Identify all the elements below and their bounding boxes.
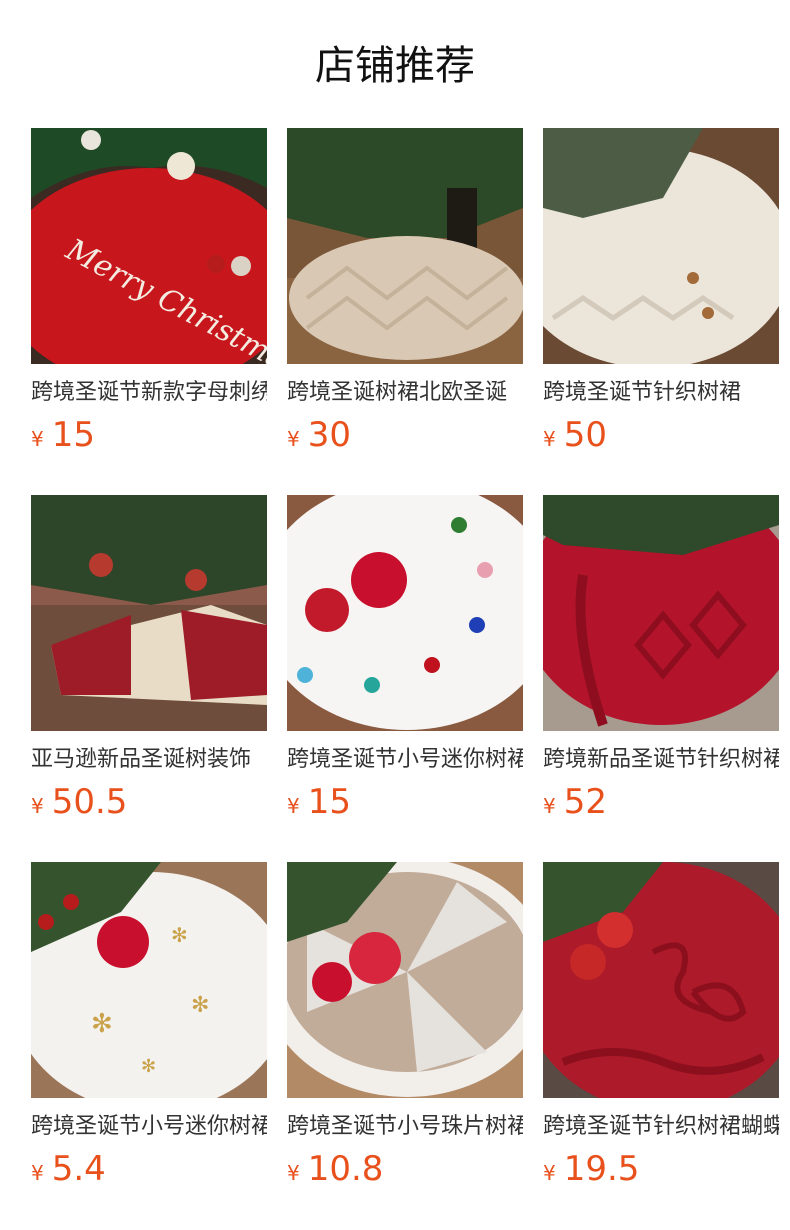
product-price: ¥15 [31,415,95,455]
price-value: 10.8 [307,1149,384,1189]
product-card[interactable]: 跨境圣诞节针织树裙 ¥50 [543,128,779,458]
svg-text:✻: ✻ [191,993,209,1018]
svg-text:✻: ✻ [141,1056,156,1077]
price-value: 5.4 [51,1149,106,1189]
product-name[interactable]: 跨境圣诞节新款字母刺绣 [31,378,267,408]
currency-symbol: ¥ [543,794,556,818]
product-image[interactable] [287,862,523,1098]
product-price: ¥52 [543,782,607,822]
price-value: 50 [563,415,607,455]
product-grid: Merry Christmas 跨境圣诞节新款字母刺绣 ¥15 跨境圣诞树裙北欧… [0,0,790,1230]
product-image[interactable] [287,495,523,731]
currency-symbol: ¥ [287,1161,300,1185]
tree-skirt-beige-plush-icon [287,128,523,364]
product-price: ¥10.8 [287,1149,383,1189]
product-card[interactable]: 跨境圣诞节小号迷你树裙 ¥15 [287,495,523,825]
price-value: 19.5 [563,1149,640,1189]
tree-skirt-red-knit-bow-icon [543,862,779,1098]
product-card[interactable]: 跨境圣诞树裙北欧圣诞 ¥30 [287,128,523,458]
tree-skirt-red-cable-knit-icon [543,495,779,731]
price-value: 30 [307,415,351,455]
price-value: 15 [51,415,95,455]
product-image[interactable] [543,495,779,731]
product-name[interactable]: 跨境圣诞节针织树裙蝴蝶结 [543,1112,779,1142]
product-card[interactable]: 跨境圣诞节小号珠片树裙 ¥10.8 [287,862,523,1192]
product-image[interactable]: ✻ ✻ ✻ ✻ [31,862,267,1098]
currency-symbol: ¥ [543,1161,556,1185]
tree-skirt-red-white-stripe-icon [31,495,267,731]
currency-symbol: ¥ [31,794,44,818]
price-value: 15 [307,782,351,822]
product-price: ¥15 [287,782,351,822]
tree-skirt-white-paw-print-icon [287,495,523,731]
tree-skirt-sequin-icon [287,862,523,1098]
product-price: ¥30 [287,415,351,455]
tree-skirt-white-plush-snowflake-icon: ✻ ✻ ✻ ✻ [31,862,267,1098]
currency-symbol: ¥ [287,427,300,451]
product-card[interactable]: ✻ ✻ ✻ ✻ 跨境圣诞节小号迷你树裙 ¥5.4 [31,862,267,1192]
price-value: 52 [563,782,607,822]
product-card[interactable]: 跨境圣诞节针织树裙蝴蝶结 ¥19.5 [543,862,779,1192]
currency-symbol: ¥ [31,1161,44,1185]
product-price: ¥19.5 [543,1149,639,1189]
product-name[interactable]: 跨境新品圣诞节针织树裙 [543,745,779,775]
product-name[interactable]: 跨境圣诞节针织树裙 [543,378,779,408]
product-name[interactable]: 亚马逊新品圣诞树装饰 [31,745,267,775]
currency-symbol: ¥ [287,794,300,818]
product-image[interactable] [543,128,779,364]
tree-skirt-red-merry-christmas-icon: Merry Christmas [31,128,267,364]
product-image[interactable] [543,862,779,1098]
product-card[interactable]: 跨境新品圣诞节针织树裙 ¥52 [543,495,779,825]
product-name[interactable]: 跨境圣诞树裙北欧圣诞 [287,378,523,408]
product-image[interactable]: Merry Christmas [31,128,267,364]
svg-text:✻: ✻ [91,1009,113,1039]
tree-skirt-white-knit-icon [543,128,779,364]
product-name[interactable]: 跨境圣诞节小号迷你树裙 [287,745,523,775]
currency-symbol: ¥ [31,427,44,451]
svg-text:✻: ✻ [171,923,188,947]
product-price: ¥50.5 [31,782,127,822]
product-image[interactable] [31,495,267,731]
currency-symbol: ¥ [543,427,556,451]
product-card[interactable]: 亚马逊新品圣诞树装饰 ¥50.5 [31,495,267,825]
product-name[interactable]: 跨境圣诞节小号迷你树裙 [31,1112,267,1142]
product-price: ¥5.4 [31,1149,106,1189]
product-name[interactable]: 跨境圣诞节小号珠片树裙 [287,1112,523,1142]
price-value: 50.5 [51,782,128,822]
product-image[interactable] [287,128,523,364]
product-price: ¥50 [543,415,607,455]
product-card[interactable]: Merry Christmas 跨境圣诞节新款字母刺绣 ¥15 [31,128,267,458]
